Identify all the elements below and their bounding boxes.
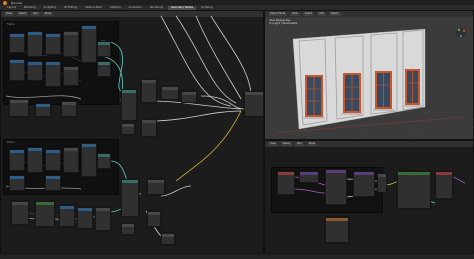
- node[interactable]: [77, 207, 93, 229]
- principled-bsdf-node[interactable]: [397, 171, 431, 209]
- node[interactable]: [97, 61, 111, 77]
- node[interactable]: [147, 179, 165, 195]
- tab-geometry-nodes[interactable]: Geometry Nodes: [168, 5, 196, 10]
- node[interactable]: [81, 25, 97, 63]
- node[interactable]: [181, 91, 197, 103]
- node[interactable]: [97, 41, 111, 57]
- node[interactable]: [59, 205, 75, 227]
- node[interactable]: [9, 59, 25, 81]
- node[interactable]: [277, 171, 295, 195]
- 3d-viewport[interactable]: Object Mode View Select Add Object User …: [264, 10, 474, 141]
- node[interactable]: [45, 33, 61, 55]
- node[interactable]: [63, 147, 79, 173]
- node[interactable]: [97, 153, 111, 169]
- tab-animation[interactable]: Animation: [126, 6, 145, 10]
- node[interactable]: [147, 211, 161, 227]
- navigation-gizmo-icon: [456, 28, 466, 38]
- node[interactable]: [377, 173, 387, 193]
- node[interactable]: [325, 217, 349, 243]
- app-title: Blender: [11, 0, 23, 5]
- blender-logo-icon[interactable]: [3, 0, 7, 5]
- node[interactable]: [27, 61, 43, 81]
- node[interactable]: [95, 207, 111, 231]
- tab-layout[interactable]: Layout: [4, 6, 19, 10]
- node[interactable]: [141, 79, 157, 103]
- tab-texture-paint[interactable]: Texture Paint: [82, 6, 105, 10]
- group-output-node[interactable]: [244, 91, 264, 117]
- tab-modeling[interactable]: Modeling: [21, 6, 39, 10]
- status-bar: [0, 254, 474, 259]
- node[interactable]: [9, 99, 29, 117]
- node[interactable]: [45, 175, 61, 191]
- node[interactable]: [121, 223, 135, 235]
- node[interactable]: [11, 201, 29, 225]
- node[interactable]: [161, 86, 179, 100]
- node[interactable]: [141, 119, 157, 137]
- tab-uv-editing[interactable]: UV Editing: [61, 6, 81, 10]
- node[interactable]: [9, 33, 25, 53]
- tab-sculpting[interactable]: Sculpting: [41, 6, 59, 10]
- viewport-scene: [265, 28, 474, 141]
- node[interactable]: [325, 169, 347, 205]
- tab-scripting[interactable]: Scripting: [198, 6, 216, 10]
- node[interactable]: [63, 31, 79, 57]
- node[interactable]: [61, 101, 77, 117]
- tab-shading[interactable]: Shading: [107, 6, 124, 10]
- node[interactable]: [81, 143, 97, 177]
- node[interactable]: [63, 66, 79, 86]
- node[interactable]: [353, 171, 375, 197]
- node[interactable]: [35, 103, 51, 117]
- node[interactable]: [121, 179, 139, 217]
- shader-node-editor[interactable]: View Select Add Node: [264, 140, 474, 254]
- node[interactable]: [9, 149, 25, 171]
- node[interactable]: [27, 147, 43, 173]
- node[interactable]: [121, 123, 135, 135]
- node[interactable]: [45, 149, 61, 171]
- node[interactable]: [299, 171, 319, 183]
- tab-rendering[interactable]: Rendering: [147, 6, 166, 10]
- left-node-editor[interactable]: View Select Add Node Frame Frame: [0, 10, 264, 254]
- node[interactable]: [27, 31, 43, 57]
- node[interactable]: [161, 233, 175, 245]
- material-output-node[interactable]: [435, 171, 453, 199]
- node[interactable]: [35, 201, 55, 227]
- node[interactable]: [9, 175, 25, 191]
- node[interactable]: [121, 89, 137, 121]
- node[interactable]: [45, 61, 61, 87]
